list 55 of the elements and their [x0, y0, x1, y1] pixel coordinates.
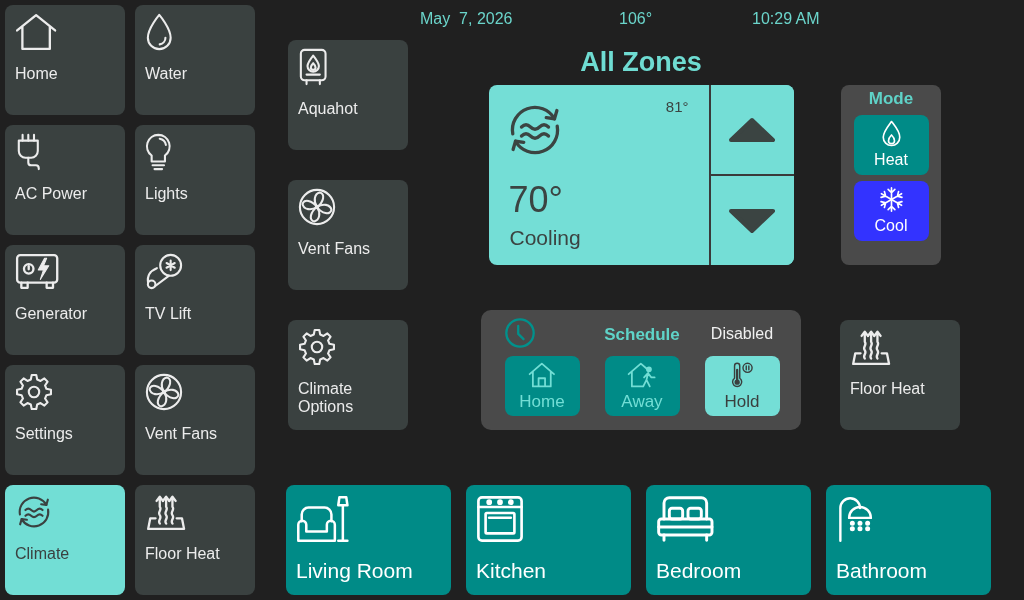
- house-icon: [15, 13, 58, 51]
- outdoor-temperature-text: 106°: [619, 10, 654, 28]
- flame-icon: [880, 120, 902, 147]
- bed-icon: [656, 495, 715, 543]
- sidebar-item[interactable]: Home: [5, 5, 125, 115]
- pulley-icon: [145, 253, 183, 291]
- time-text: 10:29 AM: [752, 10, 820, 28]
- house-icon: [528, 362, 556, 388]
- sidebar-item[interactable]: Lights: [135, 125, 255, 235]
- mode-title: Mode: [868, 89, 914, 109]
- sidebar-item[interactable]: Climate: [5, 485, 125, 595]
- fan-icon: [298, 188, 336, 226]
- settings-icon: [15, 373, 53, 411]
- sidebar-item[interactable]: AC Power: [5, 125, 125, 235]
- fan-icon: [145, 373, 183, 411]
- shortcut-tile[interactable]: Vent Fans: [288, 180, 408, 290]
- date-text: May 7, 2026: [420, 10, 514, 28]
- schedule-status: Disabled: [710, 325, 774, 343]
- down-triangle-icon: [727, 206, 777, 235]
- sidebar-item[interactable]: Vent Fans: [135, 365, 255, 475]
- room-tile[interactable]: Bedroom: [646, 485, 811, 595]
- mode-button[interactable]: Heat: [853, 115, 929, 175]
- thermometer-pause-icon: [730, 362, 754, 388]
- room-tile[interactable]: Kitchen: [466, 485, 631, 595]
- generator-icon: [15, 253, 60, 291]
- schedule-button[interactable]: Hold: [704, 356, 780, 416]
- heated-floor-icon: [145, 493, 188, 531]
- schedule-title: Schedule: [604, 325, 680, 345]
- shortcut-tile[interactable]: Floor Heat: [840, 320, 960, 430]
- room-tile[interactable]: Living Room: [286, 485, 451, 595]
- settings-icon: [298, 328, 336, 366]
- heated-floor-icon: [850, 328, 893, 366]
- mode-button[interactable]: Cool: [853, 181, 929, 241]
- shortcut-tile[interactable]: Aquahot: [288, 40, 408, 150]
- snowflake-icon: [877, 186, 905, 213]
- setpoint-temperature: 70°: [508, 182, 564, 218]
- shortcut-tile[interactable]: Climate Options: [288, 320, 408, 430]
- lightbulb-icon: [145, 133, 172, 171]
- up-triangle-icon: [727, 115, 777, 144]
- room-tile[interactable]: Bathroom: [826, 485, 991, 595]
- sidebar-item[interactable]: Generator: [5, 245, 125, 355]
- temperature-reading: 81°: [665, 98, 689, 115]
- sidebar-item[interactable]: Floor Heat: [135, 485, 255, 595]
- sidebar-item[interactable]: Water: [135, 5, 255, 115]
- sidebar-item[interactable]: Settings: [5, 365, 125, 475]
- status-text: Cooling: [509, 226, 582, 250]
- boiler-icon: [298, 48, 329, 86]
- clock-icon: [505, 318, 535, 348]
- plug-icon: [15, 133, 42, 171]
- sidebar-item[interactable]: TV Lift: [135, 245, 255, 355]
- oven-icon: [476, 495, 524, 543]
- water-drop-icon: [145, 13, 174, 51]
- zone-title: All Zones: [580, 46, 702, 78]
- house-walking-person-icon: [627, 362, 657, 388]
- armchair-lamp-icon: [296, 495, 351, 543]
